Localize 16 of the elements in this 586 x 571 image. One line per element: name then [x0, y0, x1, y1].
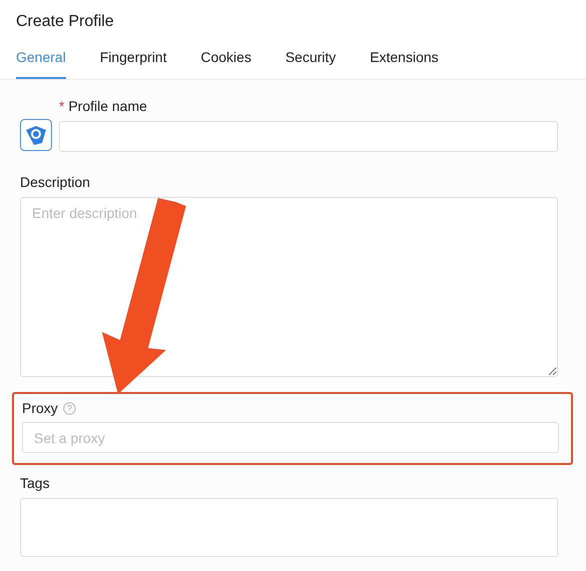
tab[interactable]: Cookies: [200, 49, 252, 79]
proxy-field[interactable]: Set a proxy: [22, 422, 559, 453]
required-mark: *: [59, 98, 64, 114]
dialog-title: Create Profile: [16, 13, 115, 32]
field-label: Description: [20, 174, 92, 190]
input-field[interactable]: [59, 121, 558, 152]
tab[interactable]: Fingerprint: [100, 49, 167, 79]
app-logo-icon: [20, 119, 52, 151]
help-icon[interactable]: [62, 402, 76, 414]
tab[interactable]: Security: [285, 49, 336, 79]
field-label: Proxy: [22, 400, 58, 416]
field-label: Profile name: [68, 98, 148, 114]
field-label: Tags: [20, 475, 51, 491]
description-field[interactable]: Enter description: [20, 197, 558, 377]
tab[interactable]: Extensions: [370, 49, 438, 79]
tags-field[interactable]: [20, 498, 558, 557]
